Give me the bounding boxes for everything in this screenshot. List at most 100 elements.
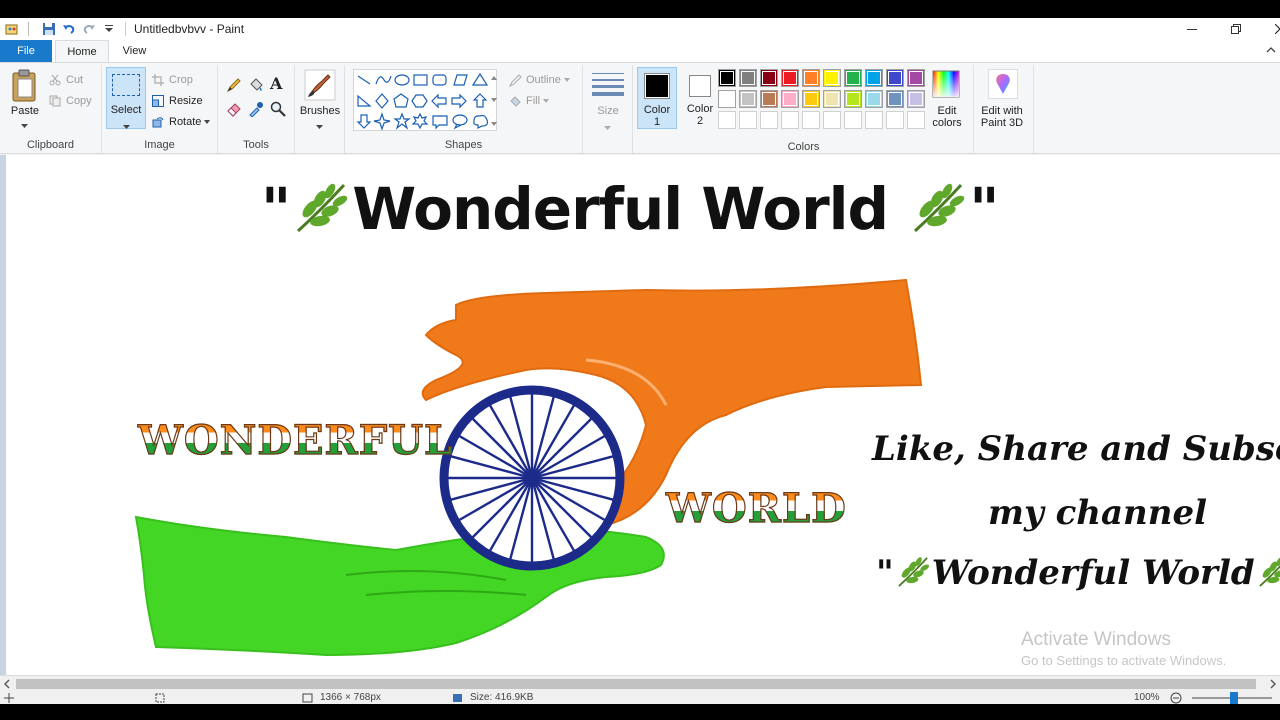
copy-button[interactable]: Copy [48, 92, 92, 110]
tab-view[interactable]: View [112, 40, 157, 62]
copy-icon [48, 94, 62, 108]
wonderful-world-script-line: " Wonderful World " [876, 553, 1280, 593]
headline: " Wonderful World " [261, 175, 1000, 243]
palette-swatch[interactable] [718, 90, 736, 108]
palette-swatch[interactable] [865, 90, 883, 108]
edit-colors-label[interactable]: Edit [925, 105, 969, 117]
title-bar: Untitledbvbvv - Paint [0, 18, 1280, 40]
status-bar: 1366 × 768px Size: 416.9KB 100% [0, 692, 1280, 704]
customize-quick-access-icon[interactable] [101, 21, 117, 37]
palette-swatch[interactable] [718, 69, 736, 87]
palette-swatch[interactable] [739, 69, 757, 87]
minimize-button[interactable] [1172, 18, 1212, 40]
brushes-group[interactable]: Brushes [295, 65, 345, 153]
brushes-label: Brushes [299, 105, 341, 117]
resize-button[interactable]: Resize [151, 92, 203, 110]
magnifier-icon[interactable] [270, 101, 286, 117]
scroll-right-icon[interactable] [1269, 679, 1277, 692]
restore-button[interactable] [1216, 18, 1256, 40]
tab-file[interactable]: File [0, 40, 52, 62]
palette-swatch[interactable] [739, 90, 757, 108]
hands-illustration [134, 278, 923, 657]
palette-swatch[interactable] [781, 69, 799, 87]
paste-button[interactable]: Paste [6, 105, 44, 117]
crop-icon [151, 73, 165, 87]
file-size-text: Size: 416.9KB [470, 692, 534, 703]
pencil-icon[interactable] [226, 77, 242, 93]
palette-swatch[interactable] [907, 90, 925, 108]
paint3d-icon[interactable] [988, 69, 1018, 99]
leaf-icon [894, 554, 932, 590]
paint-app-icon[interactable] [4, 21, 20, 37]
cursor-position-icon [4, 692, 14, 704]
palette-empty-swatch[interactable] [886, 111, 904, 129]
subscribe-line: Like, Share and Subscribe [872, 429, 1280, 469]
size-group[interactable]: Size [583, 65, 633, 153]
palette-swatch[interactable] [760, 69, 778, 87]
select-button[interactable]: Select [106, 67, 146, 129]
palette-empty-swatch[interactable] [718, 111, 736, 129]
paste-icon[interactable] [10, 69, 40, 103]
resize-label: Resize [169, 95, 203, 107]
paint3d-label[interactable]: Edit with [974, 105, 1030, 117]
palette-swatch[interactable] [802, 69, 820, 87]
horizontal-scrollbar[interactable] [0, 675, 1280, 692]
palette-empty-swatch[interactable] [844, 111, 862, 129]
palette-empty-swatch[interactable] [907, 111, 925, 129]
palette-swatch[interactable] [781, 90, 799, 108]
text-tool-icon[interactable]: A [270, 75, 286, 93]
palette-empty-swatch[interactable] [865, 111, 883, 129]
outline-button[interactable]: Outline [508, 71, 570, 89]
palette-swatch[interactable] [886, 69, 904, 87]
scroll-thumb[interactable] [16, 679, 1256, 689]
leaf-icon [1255, 554, 1280, 590]
colors-group-label: Colors [787, 141, 820, 153]
palette-swatch[interactable] [886, 90, 904, 108]
palette-empty-swatch[interactable] [802, 111, 820, 129]
color2-button[interactable]: Color 2 [681, 67, 721, 129]
color1-button[interactable]: Color 1 [637, 67, 677, 129]
palette-empty-swatch[interactable] [760, 111, 778, 129]
palette-swatch[interactable] [802, 90, 820, 108]
palette-empty-swatch[interactable] [739, 111, 757, 129]
palette-swatch[interactable] [844, 69, 862, 87]
zoom-slider-thumb[interactable] [1230, 692, 1238, 704]
eraser-icon[interactable] [226, 101, 242, 117]
palette-swatch[interactable] [823, 69, 841, 87]
fill-button[interactable]: Fill [508, 92, 550, 110]
cut-label: Cut [66, 74, 84, 86]
palette-swatch[interactable] [907, 69, 925, 87]
shapes-group: Outline Fill Shapes [345, 65, 583, 153]
redo-icon[interactable] [81, 21, 97, 37]
drawing-canvas[interactable]: " Wonderful World " WONDERFUL WORLD Like… [6, 155, 1280, 675]
palette-swatch[interactable] [844, 90, 862, 108]
canvas-dimensions: 1366 × 768px [302, 692, 381, 704]
collapse-ribbon-icon[interactable] [1266, 45, 1276, 55]
palette-swatch[interactable] [823, 90, 841, 108]
undo-icon[interactable] [61, 21, 77, 37]
color-picker-icon[interactable] [248, 101, 264, 118]
leaf-icon [290, 179, 352, 237]
palette-empty-swatch[interactable] [823, 111, 841, 129]
scroll-left-icon[interactable] [3, 679, 11, 692]
headline-open-quote: " [261, 175, 291, 243]
world-tricolor-text: WORLD [665, 484, 847, 532]
save-icon[interactable] [41, 21, 57, 37]
shapes-gallery[interactable] [353, 69, 497, 131]
close-button[interactable] [1260, 18, 1280, 40]
tools-group-label: Tools [243, 139, 269, 151]
rotate-button[interactable]: Rotate [151, 113, 211, 131]
crop-button[interactable]: Crop [151, 71, 193, 89]
size-lines-icon [592, 71, 624, 97]
palette-empty-swatch[interactable] [781, 111, 799, 129]
palette-swatch[interactable] [760, 90, 778, 108]
paste-dropdown-icon[interactable] [21, 119, 28, 131]
cut-button[interactable]: Cut [48, 71, 83, 89]
zoom-out-button[interactable] [1170, 692, 1182, 704]
palette-swatch[interactable] [865, 69, 883, 87]
tab-home[interactable]: Home [55, 40, 109, 62]
edit-colors-icon[interactable] [931, 69, 963, 101]
fill-bucket-icon[interactable] [248, 77, 264, 93]
zoom-slider[interactable] [1192, 692, 1272, 704]
headline-text: Wonderful World [352, 175, 889, 243]
